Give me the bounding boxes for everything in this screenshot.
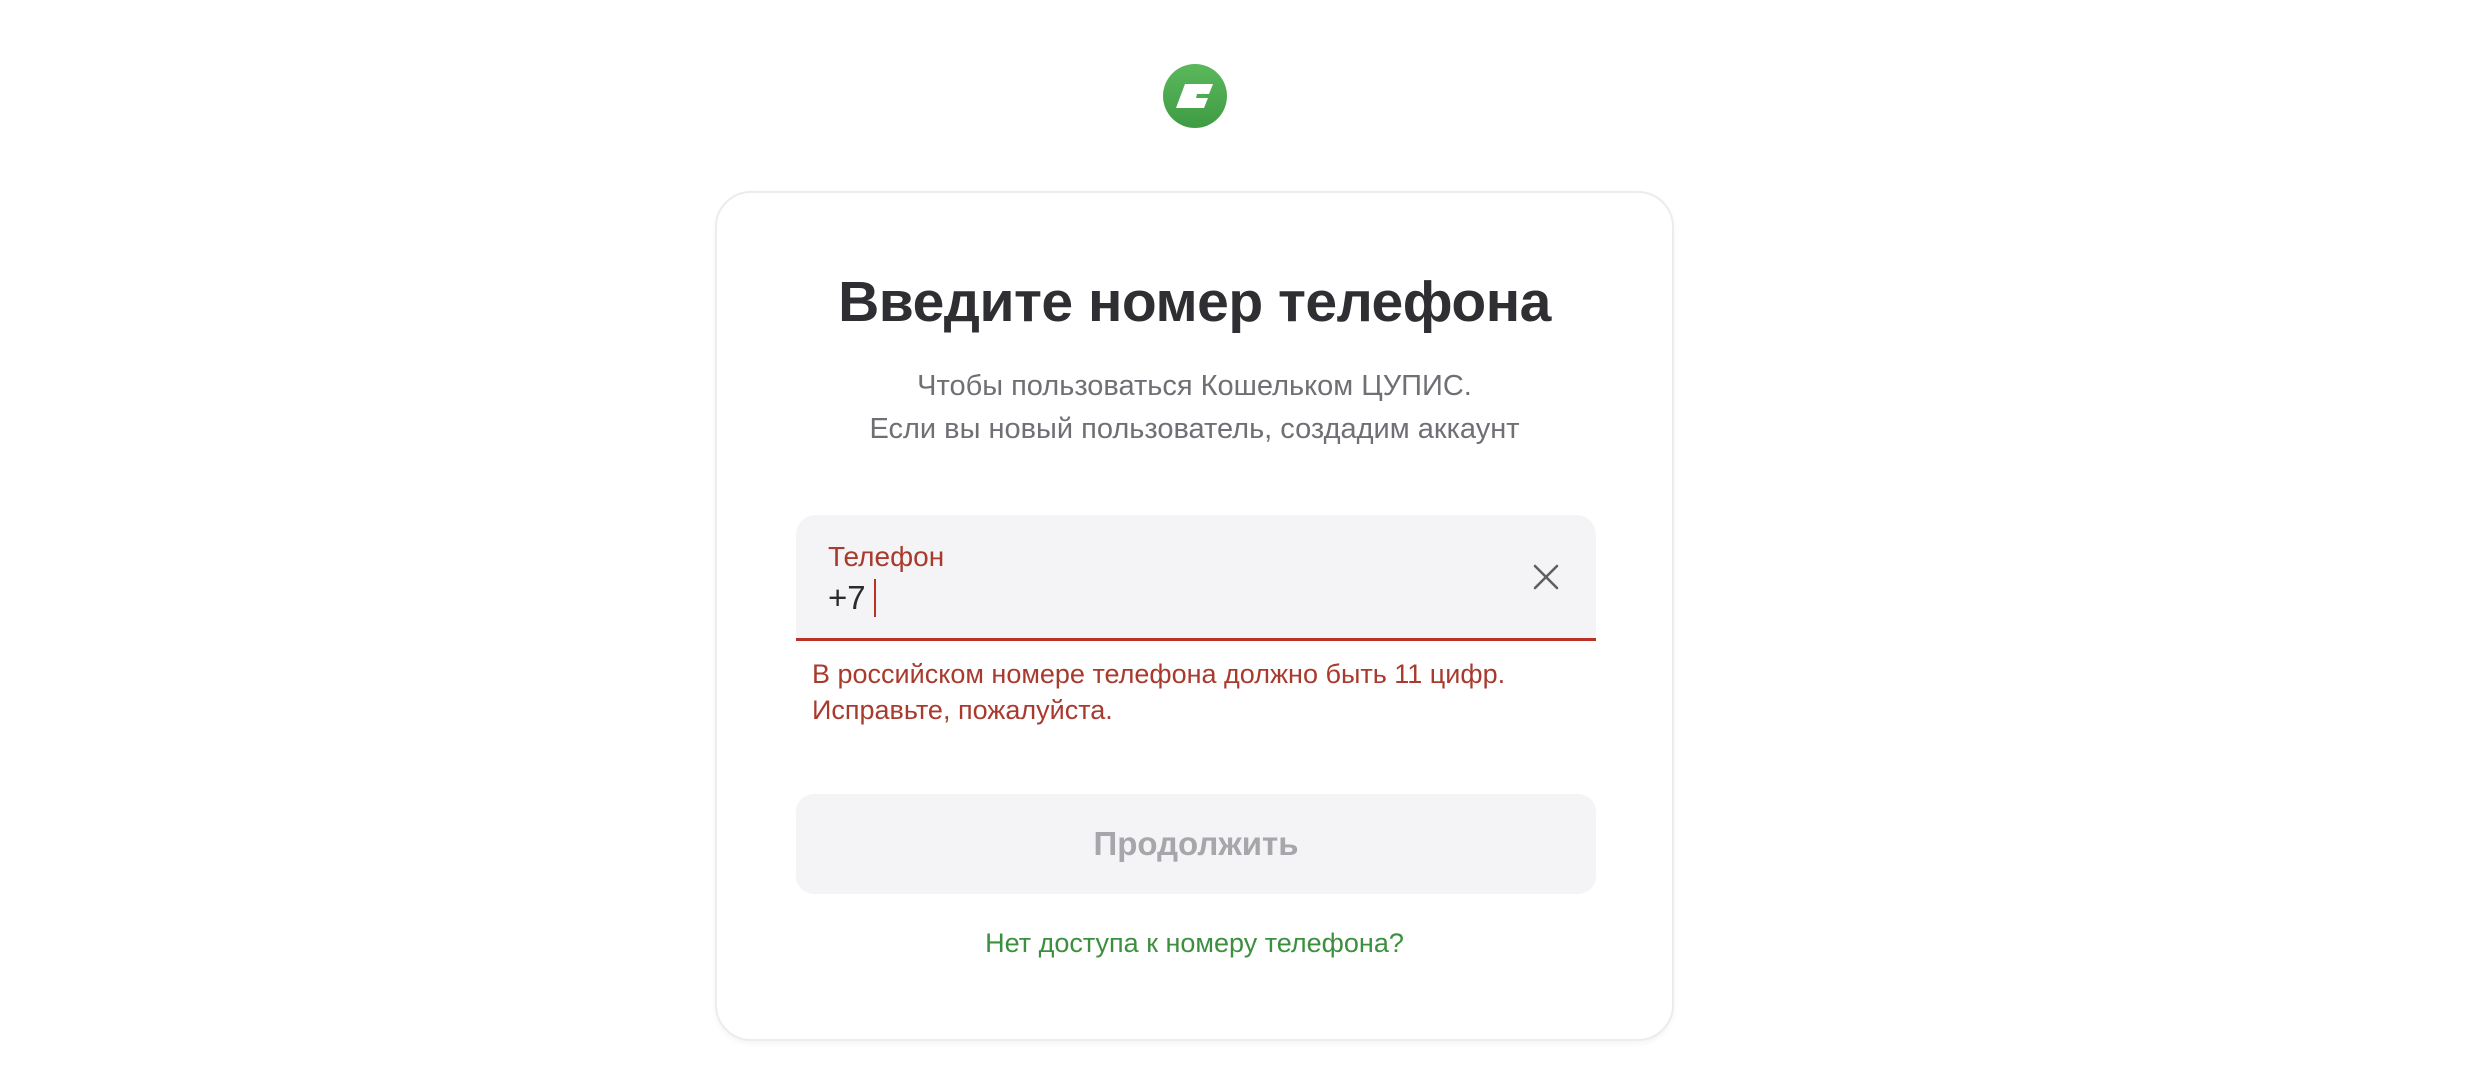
subtitle: Чтобы пользоваться Кошельком ЦУПИС. Если… bbox=[717, 365, 1672, 451]
wallet-logo-icon bbox=[1163, 64, 1227, 128]
close-icon bbox=[1533, 564, 1559, 590]
phone-label: Телефон bbox=[828, 541, 945, 572]
phone-field[interactable]: Телефон bbox=[796, 515, 1596, 641]
phone-input[interactable] bbox=[828, 577, 1528, 619]
phone-value-wrap bbox=[828, 577, 1528, 619]
subtitle-line-2: Если вы новый пользователь, создадим акк… bbox=[869, 413, 1520, 445]
text-caret bbox=[874, 579, 876, 617]
login-card: Введите номер телефона Чтобы пользоватьс… bbox=[715, 191, 1674, 1041]
page-title: Введите номер телефона bbox=[838, 270, 1551, 334]
clear-button[interactable] bbox=[1526, 557, 1566, 597]
error-line-2: Исправьте, пожалуйста. bbox=[812, 695, 1113, 725]
subtitle-line-1: Чтобы пользоваться Кошельком ЦУПИС. bbox=[917, 370, 1472, 402]
no-phone-access-link[interactable]: Нет доступа к номеру телефона? bbox=[717, 928, 1672, 959]
continue-button[interactable]: Продолжить bbox=[796, 794, 1596, 894]
login-page: Введите номер телефона Чтобы пользоватьс… bbox=[0, 0, 2484, 1084]
phone-error-message: В российском номере телефона должно быть… bbox=[812, 656, 1592, 728]
error-line-1: В российском номере телефона должно быть… bbox=[812, 659, 1506, 689]
